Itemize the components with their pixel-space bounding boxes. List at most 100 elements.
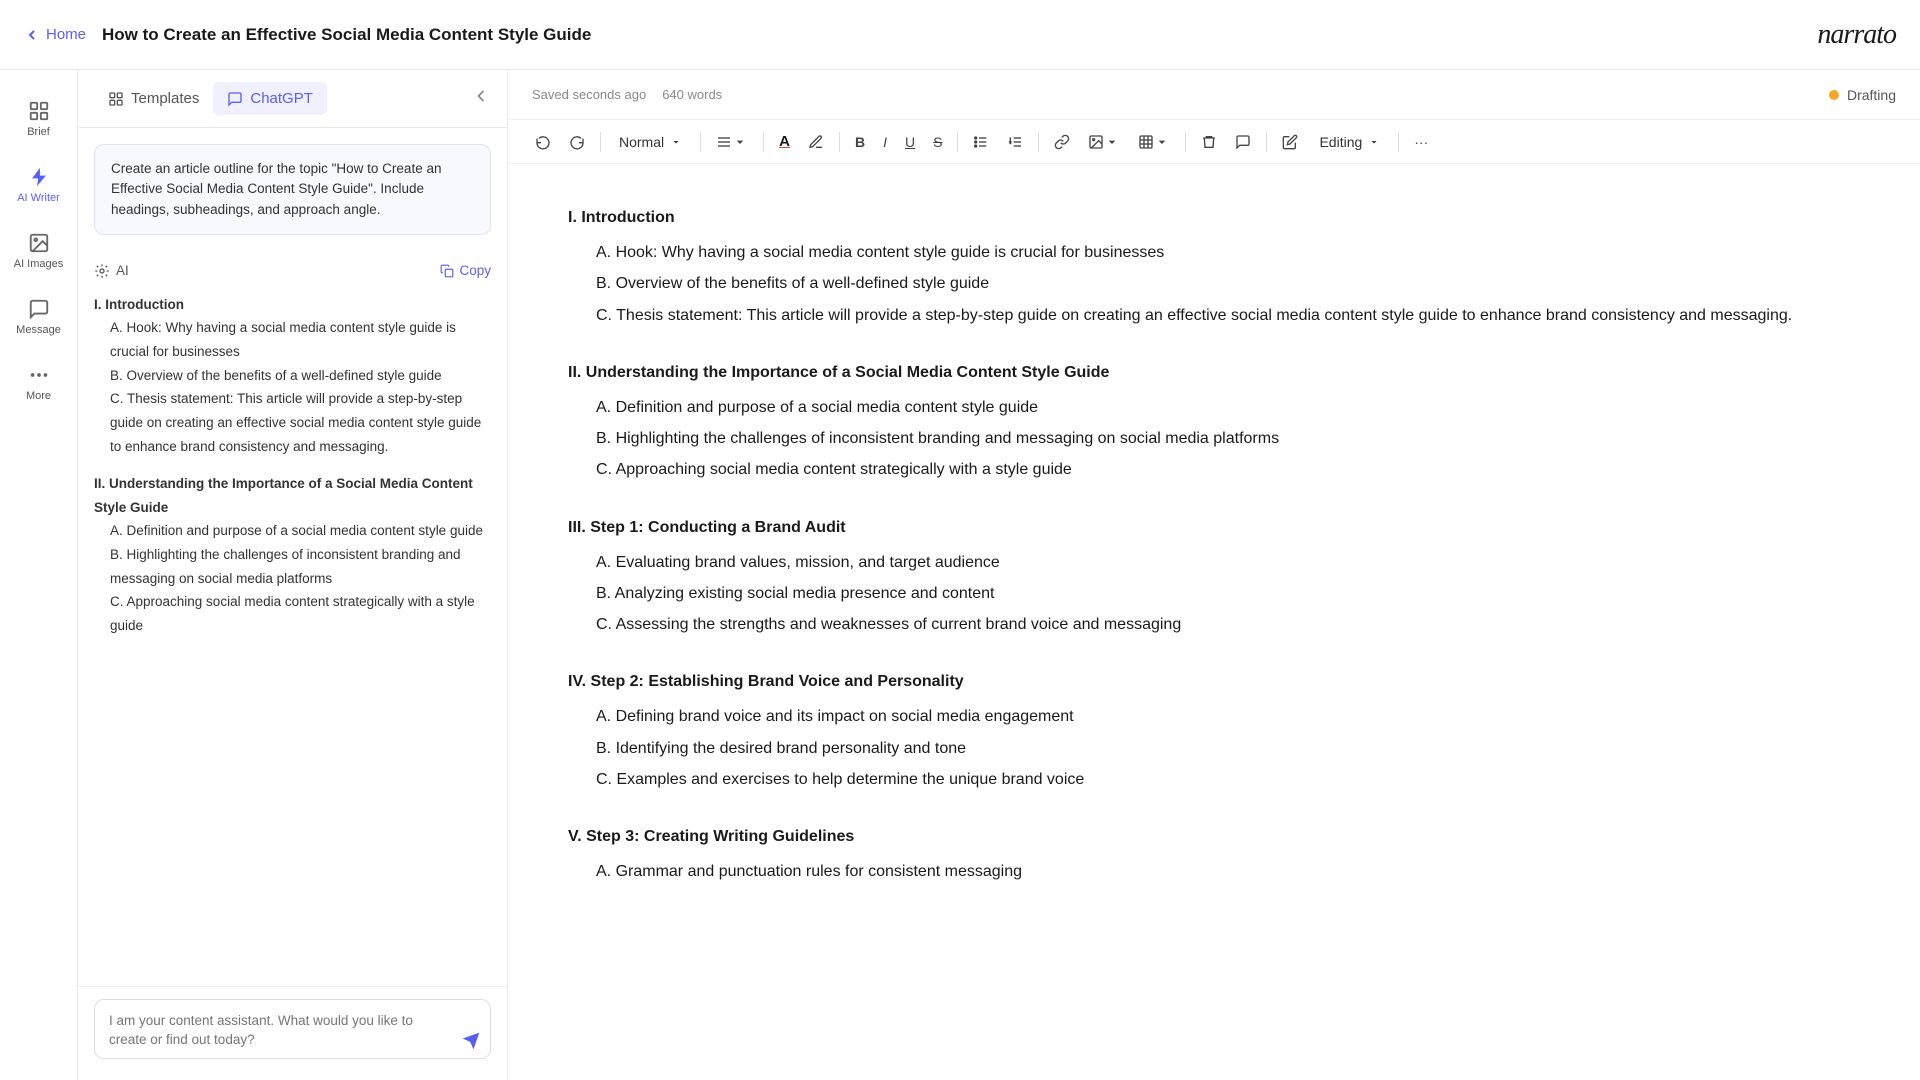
editing-dropdown-icon — [1368, 136, 1380, 148]
pencil-icon — [1282, 134, 1298, 150]
tab-chatgpt-label: ChatGPT — [250, 90, 313, 107]
editor-toolbar: Normal A B — [508, 120, 1920, 164]
dropdown-arrow-icon — [1104, 134, 1120, 150]
chat-send-button[interactable] — [461, 1031, 481, 1054]
redo-icon — [569, 134, 585, 150]
table-button[interactable] — [1131, 129, 1177, 155]
chat-input-area — [78, 986, 507, 1080]
italic-icon: I — [883, 134, 887, 150]
sidebar-item-ai-writer[interactable]: AI Writer — [5, 156, 73, 214]
strikethrough-button[interactable]: S — [926, 129, 949, 155]
outline-item: II. Understanding the Importance of a So… — [94, 472, 491, 519]
doc-heading: V. Step 3: Creating Writing Guidelines — [568, 823, 1860, 850]
ai-icon — [94, 263, 110, 279]
text-color-button[interactable]: A — [772, 128, 797, 155]
separator — [1266, 132, 1267, 152]
home-link[interactable]: Home — [24, 26, 86, 43]
panel-sidebar: Templates ChatGPT Create an article outl… — [78, 70, 508, 1080]
image-insert-button[interactable] — [1081, 129, 1127, 155]
italic-button[interactable]: I — [876, 129, 894, 155]
topbar-left: Home How to Create an Effective Social M… — [24, 25, 591, 45]
text-style-select[interactable]: Normal — [609, 129, 692, 155]
editor-doc[interactable]: I. Introduction A. Hook: Why having a so… — [508, 164, 1920, 1080]
align-button[interactable] — [709, 129, 755, 155]
main-layout: Brief AI Writer AI Images Message — [0, 70, 1920, 1080]
bullet-list-button[interactable] — [966, 129, 996, 155]
separator — [1185, 132, 1186, 152]
strikethrough-icon: S — [933, 134, 942, 150]
bold-button[interactable]: B — [848, 129, 872, 155]
sidebar-item-brief[interactable]: Brief — [5, 90, 73, 148]
dropdown-arrow-icon — [1154, 134, 1170, 150]
comment-button[interactable] — [1228, 129, 1258, 155]
editing-label: Editing — [1319, 134, 1362, 150]
sidebar-item-message-label: Message — [16, 324, 61, 336]
tab-templates-label: Templates — [131, 90, 199, 107]
separator — [957, 132, 958, 152]
chatgpt-icon — [227, 91, 243, 107]
editor-meta-left: Saved seconds ago 640 words — [532, 87, 722, 102]
clear-format-button[interactable] — [1194, 129, 1224, 155]
edit-mode-icon[interactable] — [1275, 129, 1305, 155]
drafting-label: Drafting — [1847, 87, 1896, 103]
copy-label: Copy — [459, 263, 491, 278]
logo: narrato — [1817, 19, 1896, 51]
image-insert-icon — [1088, 134, 1104, 150]
outline-content: I. Introduction A. Hook: Why having a so… — [94, 293, 491, 638]
clear-format-icon — [1201, 134, 1217, 150]
highlight-button[interactable] — [801, 129, 831, 155]
bolt-icon — [28, 166, 50, 188]
home-label: Home — [46, 26, 86, 43]
undo-icon — [535, 134, 551, 150]
sidebar-item-brief-label: Brief — [27, 126, 50, 138]
undo-button[interactable] — [528, 129, 558, 155]
text-color-icon: A — [779, 133, 790, 150]
editing-select[interactable]: Editing — [1309, 129, 1390, 155]
panel-tabs: Templates ChatGPT — [78, 70, 507, 128]
ai-label: AI — [94, 263, 129, 279]
chat-icon — [28, 298, 50, 320]
chevron-left-panel-icon — [471, 86, 491, 106]
align-icon — [716, 134, 732, 150]
redo-button[interactable] — [562, 129, 592, 155]
drafting-dot — [1829, 90, 1839, 100]
highlight-icon — [808, 134, 824, 150]
chat-input[interactable] — [94, 999, 491, 1059]
separator — [763, 132, 764, 152]
doc-section: II. Understanding the Importance of a So… — [568, 359, 1860, 484]
doc-item: C. Thesis statement: This article will p… — [568, 302, 1860, 329]
ai-label-text: AI — [116, 263, 129, 278]
normal-label: Normal — [619, 134, 664, 150]
underline-button[interactable]: U — [898, 129, 922, 155]
send-icon — [461, 1031, 481, 1051]
sidebar-item-more[interactable]: More — [5, 354, 73, 412]
outline-item: A. Definition and purpose of a social me… — [94, 519, 491, 543]
more-options-button[interactable]: ··· — [1407, 129, 1435, 155]
tab-templates[interactable]: Templates — [94, 82, 213, 115]
doc-item: A. Hook: Why having a social media conte… — [568, 239, 1860, 266]
tab-chatgpt[interactable]: ChatGPT — [213, 82, 327, 115]
bold-icon: B — [855, 134, 865, 150]
doc-item: A. Evaluating brand values, mission, and… — [568, 549, 1860, 576]
saved-text: Saved seconds ago — [532, 87, 646, 102]
templates-icon — [108, 91, 124, 107]
doc-section: IV. Step 2: Establishing Brand Voice and… — [568, 668, 1860, 793]
sidebar-item-message[interactable]: Message — [5, 288, 73, 346]
ai-panel-header: AI Copy — [94, 263, 491, 279]
drafting-badge: Drafting — [1829, 87, 1896, 103]
copy-button[interactable]: Copy — [440, 263, 491, 278]
numbered-icon — [1007, 134, 1023, 150]
page-title: How to Create an Effective Social Media … — [102, 25, 591, 45]
doc-heading: IV. Step 2: Establishing Brand Voice and… — [568, 668, 1860, 695]
link-icon — [1054, 134, 1070, 150]
separator — [1038, 132, 1039, 152]
sidebar-item-ai-images[interactable]: AI Images — [5, 222, 73, 280]
panel-collapse-button[interactable] — [471, 86, 491, 111]
doc-item: C. Examples and exercises to help determ… — [568, 766, 1860, 793]
doc-item: C. Assessing the strengths and weaknesse… — [568, 611, 1860, 638]
numbered-list-button[interactable] — [1000, 129, 1030, 155]
separator — [839, 132, 840, 152]
chevron-left-icon — [24, 27, 40, 43]
editor-meta: Saved seconds ago 640 words Drafting — [508, 70, 1920, 120]
link-button[interactable] — [1047, 129, 1077, 155]
